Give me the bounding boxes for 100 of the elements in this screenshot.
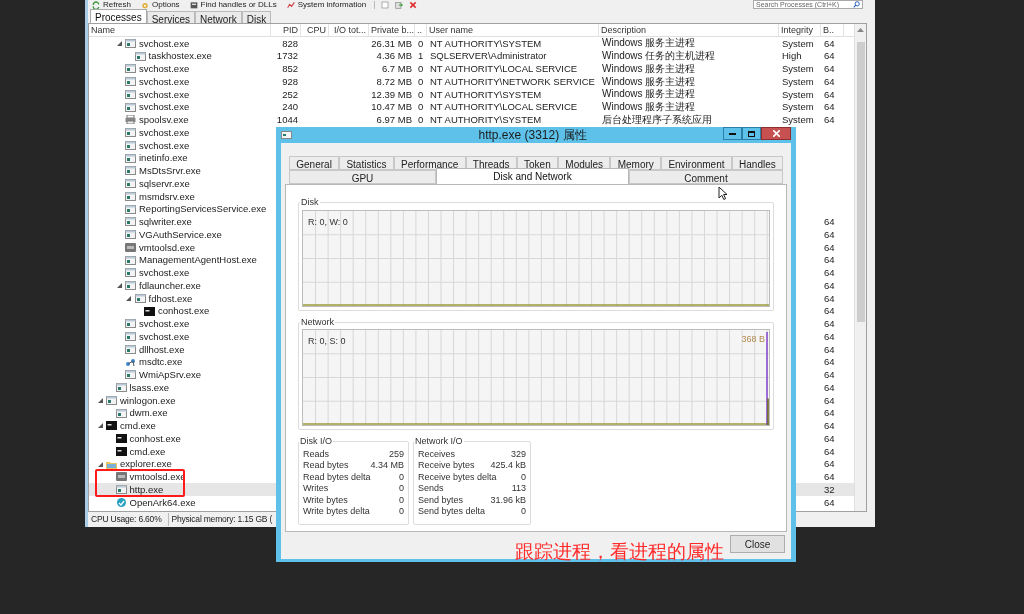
table-cell: High	[782, 51, 802, 61]
table-cell: 64	[824, 242, 835, 253]
table-cell: 64	[824, 51, 835, 61]
table-cell: Windows 服务主进程	[602, 89, 696, 100]
stat-value: 259	[388, 449, 404, 459]
table-cell: 64	[824, 306, 835, 316]
table-cell: Windows 服务主进程	[602, 102, 696, 113]
stat-value: 329	[510, 449, 526, 459]
stat-value: 113	[511, 484, 526, 494]
table-cell: 32	[824, 484, 835, 495]
table-cell: 64	[824, 319, 835, 329]
graph-label: 368 B	[741, 335, 765, 344]
group-label: Disk	[300, 196, 320, 209]
table-cell: NT AUTHORITY\SYSTEM	[430, 89, 542, 100]
table-cell: 64	[824, 472, 835, 482]
graph-label: R: 0, W: 0	[308, 217, 348, 227]
window-title: http.exe (3312) 属性	[477, 127, 588, 144]
table-cell: NT AUTHORITY\NETWORK SERVICE	[430, 76, 595, 87]
stat-value: 0	[399, 472, 404, 482]
stat-label: Send bytes delta	[418, 507, 486, 517]
stat-label: Receives	[418, 449, 455, 459]
table-cell: System	[782, 102, 814, 112]
stat-value: 0	[399, 495, 404, 505]
stat-value: 0	[399, 484, 404, 494]
table-cell: 6.97 MB	[376, 115, 412, 125]
table-cell: 64	[824, 115, 835, 125]
table-cell: System	[782, 76, 814, 87]
table-cell: SQLSERVER\Administrator	[430, 51, 547, 61]
group-label: Network I/O	[414, 435, 464, 448]
table-cell: 64	[824, 255, 835, 265]
stat-value: 0	[521, 507, 526, 517]
table-cell: 64	[824, 408, 835, 418]
stat-label: Sends	[418, 484, 444, 494]
table-cell: 12.39 MB	[371, 89, 412, 100]
group-label: Disk I/O	[299, 435, 333, 448]
table-cell: 26.31 MB	[371, 38, 412, 49]
stat-label: Receive bytes delta	[418, 472, 497, 482]
table-cell: 852	[282, 64, 298, 74]
table-cell: 64	[824, 217, 835, 227]
table-cell: 64	[824, 331, 835, 342]
table-cell: Windows 服务主进程	[602, 63, 696, 74]
table-cell: 6.7 MB	[381, 64, 412, 74]
table-cell: 0	[418, 64, 424, 74]
table-cell: 64	[824, 268, 835, 278]
stat-label: Read bytes delta	[303, 472, 371, 482]
table-cell: 64	[824, 293, 835, 304]
table-cell: 64	[824, 64, 835, 74]
table-cell: System	[782, 64, 814, 74]
table-cell: NT AUTHORITY\SYSTEM	[430, 115, 542, 125]
table-cell: System	[782, 115, 814, 125]
table-cell: System	[782, 89, 814, 100]
table-cell: 64	[824, 357, 835, 367]
group-label: Network	[300, 315, 335, 329]
stat-label: Send bytes	[418, 495, 464, 505]
table-cell: 0	[418, 38, 424, 49]
table-cell: NT AUTHORITY\LOCAL SERVICE	[430, 102, 578, 112]
stat-value: 425.4 kB	[490, 461, 526, 471]
table-cell: 64	[824, 89, 835, 100]
stat-label: Writes	[303, 484, 329, 494]
stat-value: 0	[399, 507, 404, 517]
table-cell: 8.72 MB	[376, 76, 412, 87]
table-cell: 0	[418, 76, 424, 87]
table-cell: 64	[824, 497, 835, 508]
table-cell: 64	[824, 76, 835, 87]
table-cell: 64	[824, 382, 835, 393]
table-cell: 1	[418, 51, 424, 61]
stat-label: Read bytes	[303, 461, 349, 471]
status-text: Physical memory: 1.15 GB (	[167, 513, 276, 526]
graph-label: R: 0, S: 0	[308, 337, 346, 346]
status-text: CPU Usage: 6.60%	[90, 513, 163, 526]
table-cell: 64	[824, 446, 835, 457]
table-cell: NT AUTHORITY\SYSTEM	[430, 38, 542, 49]
table-cell: 252	[282, 89, 298, 100]
table-cell: Windows 服务主进程	[602, 76, 696, 87]
table-cell: 1044	[276, 115, 298, 125]
table-cell: 64	[824, 370, 835, 380]
table-cell: 64	[824, 433, 835, 444]
table-cell: 64	[824, 395, 835, 406]
table-cell: 64	[824, 344, 835, 355]
stat-value: 31.96 kB	[490, 495, 526, 505]
table-cell: 后台处理程序子系统应用	[602, 114, 712, 125]
table-cell: 64	[824, 102, 835, 112]
table-cell: NT AUTHORITY\LOCAL SERVICE	[430, 64, 578, 74]
stat-value: 4.34 MB	[370, 461, 404, 471]
stat-label: Write bytes	[303, 495, 348, 505]
table-cell: 0	[418, 102, 424, 112]
table-cell: 828	[282, 38, 298, 49]
table-cell: Windows 任务的主机进程	[602, 51, 716, 62]
table-cell: 4.36 MB	[376, 51, 412, 61]
table-cell: 1732	[276, 51, 298, 61]
table-cell: 64	[824, 459, 835, 469]
table-cell: 64	[824, 38, 835, 49]
stat-label: Receive bytes	[418, 461, 475, 471]
table-cell: 240	[282, 102, 298, 112]
table-cell: 0	[418, 115, 424, 125]
table-cell: 928	[282, 76, 298, 87]
stat-label: Write bytes delta	[303, 507, 370, 517]
caption: 跟踪进程，看进程的属性	[515, 540, 724, 564]
stat-value: 0	[521, 472, 526, 482]
table-cell: 0	[418, 89, 424, 100]
